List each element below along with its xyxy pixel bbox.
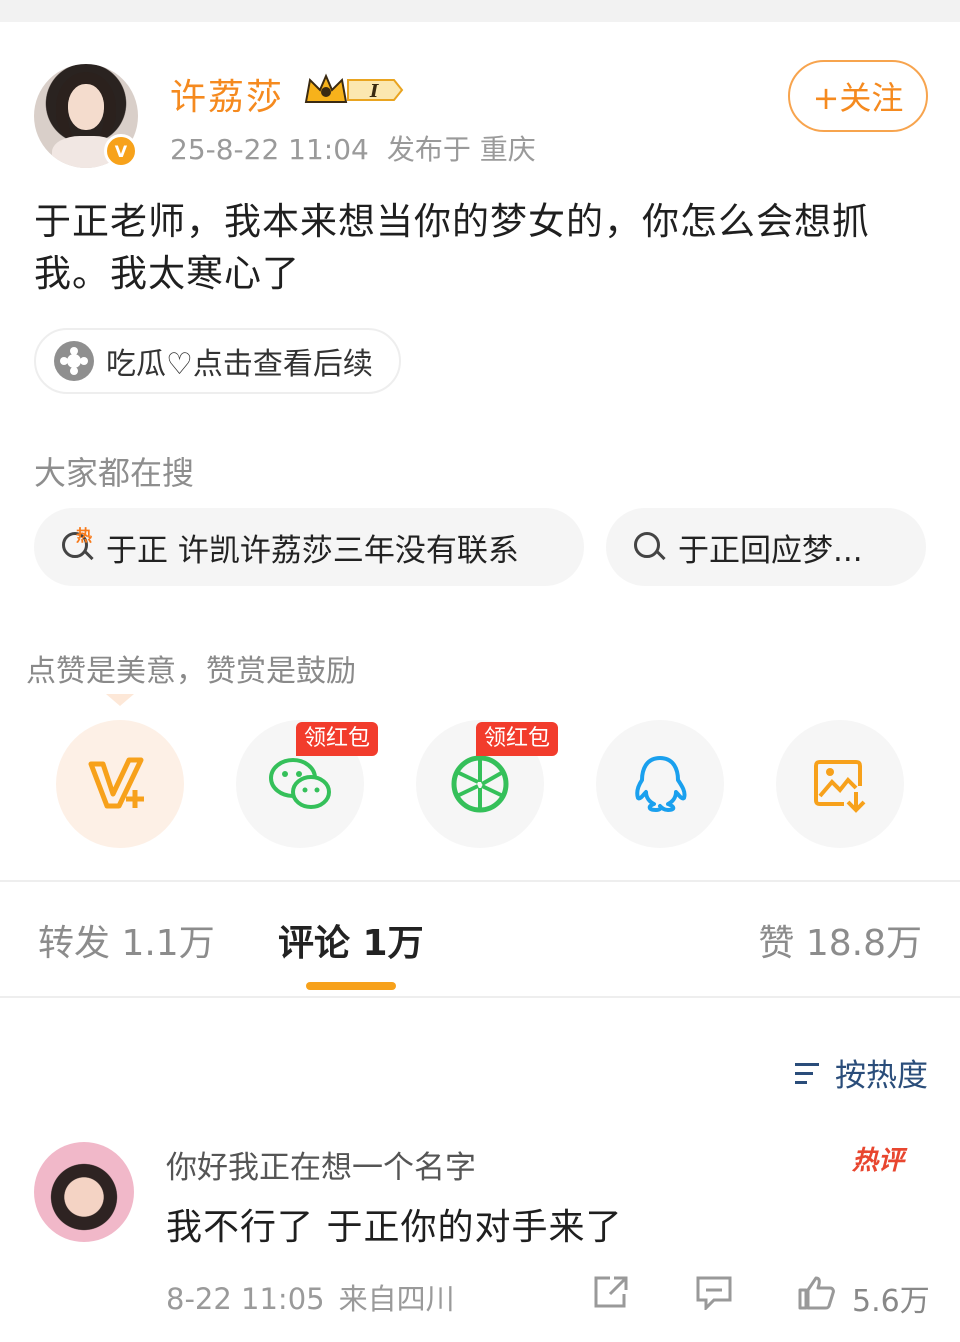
tab-comments[interactable]: 评论 1万 [278,914,424,966]
red-packet-tag-2: 领红包 [476,722,559,756]
tab-repost[interactable]: 转发 1.1万 [38,914,215,966]
like-icon[interactable] [796,1274,836,1310]
comment-like-count: 5.6万 [852,1284,930,1319]
comment-time: 8-22 11:05 [166,1282,325,1316]
trending-chip-2[interactable]: 于正回应梦... [606,508,926,586]
hot-search-icon: 热 [60,526,94,564]
comment-meta: 8-22 11:05 来自四川 [166,1276,469,1318]
member-level: I [369,81,379,102]
flower-icon [54,341,94,381]
wechat-icon [269,758,331,809]
trending-chip-2-label: 于正回应梦... [678,532,863,569]
trending-chip-1-label: 于正 许凯许荔莎三年没有联系 [106,532,519,569]
reply-icon[interactable] [694,1274,734,1310]
topic-label: 吃瓜♡点击查看后续 [106,347,373,382]
reward-icon [88,757,144,809]
save-image-button[interactable] [776,720,904,848]
verified-badge-icon: V [104,134,138,168]
commenter-avatar[interactable] [34,1142,134,1242]
reward-button[interactable] [56,720,184,848]
member-crown-icon: I [304,73,404,103]
active-tab-indicator [306,982,396,990]
search-icon [632,530,666,564]
save-image-icon [814,760,866,813]
trending-title: 大家都在搜 [34,454,195,492]
reward-tip: 点赞是美意，赞赏是鼓励 [26,654,356,689]
comment-location: 来自四川 [338,1282,455,1316]
divider [0,996,960,998]
top-status-strip [0,0,960,22]
trending-chip-1[interactable]: 热 于正 许凯许荔莎三年没有联系 [34,508,584,586]
tip-arrow [106,694,134,706]
topic-pill[interactable]: 吃瓜♡点击查看后续 [34,328,401,394]
author-name[interactable]: 许荔莎 [170,68,284,120]
tab-likes[interactable]: 赞 18.8万 [758,914,922,966]
sort-label: 按热度 [835,1058,928,1094]
post-time: 25-8-22 11:04 [170,133,369,166]
post-text: 于正老师，我本来想当你的梦女的，你怎么会想抓我。我太寒心了 [34,200,870,295]
post-location: 发布于 重庆 [386,133,536,166]
sort-icon [795,1059,827,1087]
share-icon[interactable] [592,1274,632,1310]
qq-share-button[interactable] [596,720,724,848]
hot-comment-badge: 热评 [852,1146,905,1176]
commenter-name[interactable]: 你好我正在想一个名字 [166,1142,476,1187]
post-meta: 25-8-22 11:04 发布于 重庆 [170,128,554,168]
follow-button[interactable]: +关注 [788,60,928,132]
comment-text: 我不行了 于正你的对手来了 [166,1207,623,1248]
red-packet-tag: 领红包 [296,722,379,756]
qq-icon [635,756,687,812]
divider [0,880,960,882]
sort-button[interactable]: 按热度 [795,1050,928,1095]
moments-icon [451,755,509,813]
hot-badge: 热 [76,526,93,545]
